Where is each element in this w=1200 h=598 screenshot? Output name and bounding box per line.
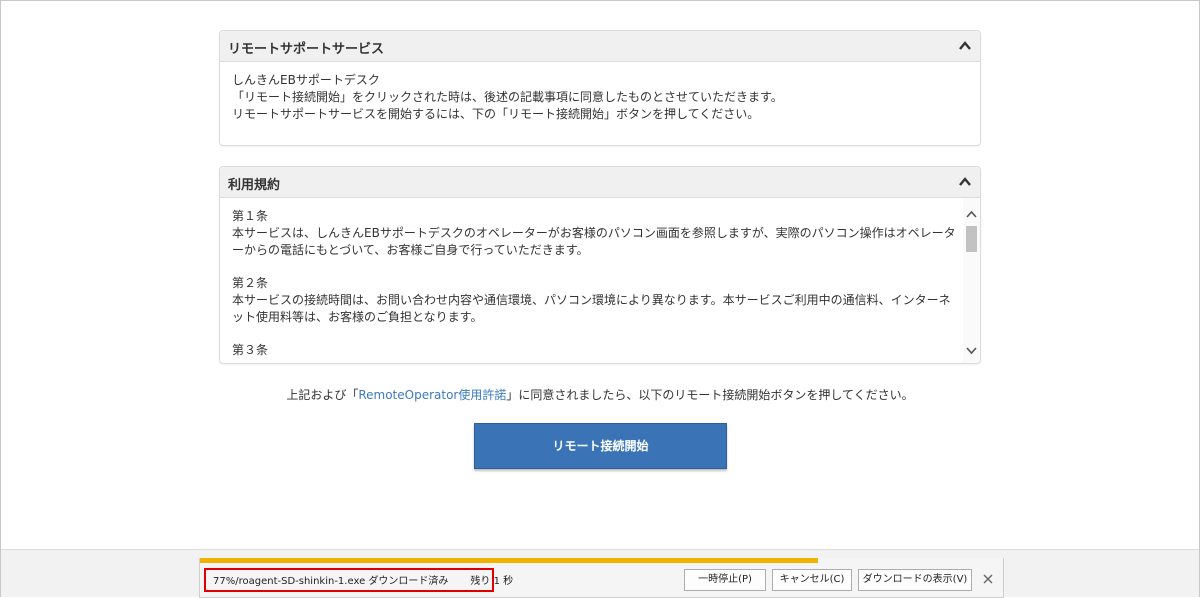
scroll-down-arrow-icon[interactable] <box>965 344 978 357</box>
chevron-up-icon[interactable] <box>958 39 972 53</box>
remote-support-panel-body: しんきんEBサポートデスク 「リモート接続開始」をクリックされた時は、後述の記載… <box>220 62 980 133</box>
remote-support-panel-header[interactable]: リモートサポートサービス <box>220 31 980 62</box>
terms-article: 第２条 本サービスの接続時間は、お問い合わせ内容や通信環境、パソコン環境により異… <box>232 275 960 326</box>
terms-text: 第１条 本サービスは、しんきんEBサポートデスクのオペレーターがお客様のパソコン… <box>232 208 960 363</box>
terms-article: 第３条 <box>232 342 960 359</box>
agreement-instruction: 上記および「RemoteOperator使用許諾」に同意されましたら、以下のリモ… <box>0 386 1200 403</box>
download-status: 77%/roagent-SD-shinkin-1.exe ダウンロード済み 残り … <box>204 568 513 592</box>
show-downloads-button[interactable]: ダウンロードの表示(V) <box>858 569 972 591</box>
agreement-prefix: 上記および「 <box>286 388 359 402</box>
remote-support-panel-title: リモートサポートサービス <box>228 42 385 57</box>
cancel-button[interactable]: キャンセル(C) <box>772 569 852 591</box>
pause-button[interactable]: 一時停止(P) <box>684 569 766 591</box>
terms-panel: 利用規約 第１条 本サービスは、しんきんEBサポートデスクのオペレーターがお客様… <box>219 166 981 364</box>
terms-panel-title: 利用規約 <box>228 178 281 193</box>
terms-scrollbar[interactable] <box>963 198 980 363</box>
remote-support-line-2: 「リモート接続開始」をクリックされた時は、後述の記載事項に同意したものとさせてい… <box>232 90 783 104</box>
terms-panel-header[interactable]: 利用規約 <box>220 167 980 198</box>
close-icon[interactable] <box>983 574 993 584</box>
download-notification-bar: 77%/roagent-SD-shinkin-1.exe ダウンロード済み 残り … <box>199 558 1004 598</box>
article-heading: 第２条 <box>232 276 269 290</box>
scroll-thumb[interactable] <box>966 226 977 252</box>
remote-support-line-3: リモートサポートサービスを開始するには、下の「リモート接続開始」ボタンを押してく… <box>232 107 760 121</box>
terms-article: 第１条 本サービスは、しんきんEBサポートデスクのオペレーターがお客様のパソコン… <box>232 208 960 259</box>
article-body: 本サービスは、しんきんEBサポートデスクのオペレーターがお客様のパソコン画面を参… <box>232 226 956 257</box>
agreement-suffix: 」に同意されましたら、以下のリモート接続開始ボタンを押してください。 <box>506 388 914 402</box>
remote-support-line-1: しんきんEBサポートデスク <box>232 73 380 87</box>
start-remote-connection-button[interactable]: リモート接続開始 <box>474 423 727 469</box>
download-progress-bar <box>200 558 819 563</box>
remote-support-panel: リモートサポートサービス しんきんEBサポートデスク 「リモート接続開始」をクリ… <box>219 30 981 146</box>
article-heading: 第３条 <box>232 343 269 357</box>
download-status-text: 77%/roagent-SD-shinkin-1.exe ダウンロード済み <box>213 576 449 587</box>
license-link[interactable]: RemoteOperator使用許諾 <box>358 388 506 402</box>
article-body: 本サービスの接続時間は、お問い合わせ内容や通信環境、パソコン環境により異なります… <box>232 293 951 324</box>
download-remaining-time: 残り 1 秒 <box>470 576 514 587</box>
terms-scroll-area[interactable]: 第１条 本サービスは、しんきんEBサポートデスクのオペレーターがお客様のパソコン… <box>220 198 980 363</box>
article-heading: 第１条 <box>232 209 269 223</box>
chevron-up-icon[interactable] <box>958 175 972 189</box>
scroll-up-arrow-icon[interactable] <box>965 208 978 221</box>
